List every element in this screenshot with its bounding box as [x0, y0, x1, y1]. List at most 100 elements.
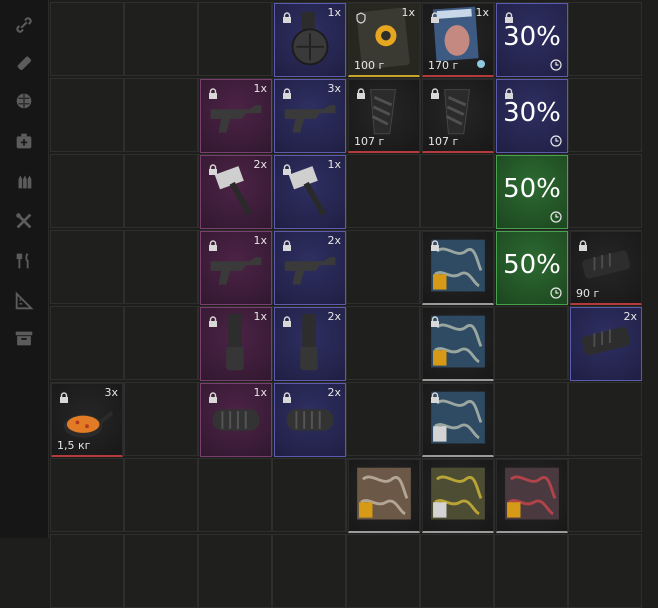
item-armor-30-b[interactable]: 30%	[496, 79, 568, 153]
grid-cell[interactable]	[568, 534, 642, 608]
lock-icon	[357, 88, 365, 99]
grid-cell[interactable]	[568, 382, 642, 456]
grid-cell[interactable]	[124, 382, 198, 456]
grid-cell[interactable]	[346, 534, 420, 608]
grid-cell[interactable]	[50, 458, 124, 532]
item-brake-purple[interactable]: 1x	[200, 383, 272, 457]
item-armor-30-a[interactable]: 30%	[496, 3, 568, 77]
clock-icon	[550, 287, 562, 299]
item-magazine[interactable]: 1x 170 г	[422, 3, 494, 77]
durability-percent: 30%	[503, 22, 561, 52]
item-weight: 107 г	[354, 135, 385, 148]
item-count: 2x	[327, 310, 341, 323]
item-mag-blue[interactable]: 2x	[274, 307, 346, 381]
grid-cell[interactable]	[272, 458, 346, 532]
item-camo-3[interactable]	[422, 383, 494, 457]
grid-cell[interactable]	[124, 458, 198, 532]
clock-icon	[550, 135, 562, 147]
item-weight: 100 г	[354, 59, 385, 72]
grid-cell[interactable]	[346, 230, 420, 304]
item-weight: 90 г	[576, 287, 600, 300]
lock-icon	[431, 316, 439, 327]
item-brake-blue[interactable]: 2x	[274, 383, 346, 457]
grid-cell[interactable]	[494, 534, 568, 608]
item-smg-blue-1[interactable]: 3x	[274, 79, 346, 153]
grid-cell[interactable]	[568, 154, 642, 228]
item-count: 1x	[253, 386, 267, 399]
item-pan-food[interactable]: 3x 1,5 кг	[51, 383, 123, 457]
grid-cell[interactable]	[346, 154, 420, 228]
sidebar-item-box[interactable]	[9, 323, 39, 353]
sidebar-item-ruler[interactable]	[9, 286, 39, 316]
sidebar-item-tools[interactable]	[9, 206, 39, 236]
item-muzzle-2[interactable]: 2x	[570, 307, 642, 381]
grid-cell[interactable]	[50, 306, 124, 380]
item-muzzle-1[interactable]: 90 г	[570, 231, 642, 305]
item-count: 1x	[475, 6, 489, 19]
grid-cell[interactable]	[198, 458, 272, 532]
grid-cell[interactable]	[50, 154, 124, 228]
sidebar-item-link[interactable]	[9, 10, 39, 40]
durability-percent: 30%	[503, 98, 561, 128]
item-smg-blue-2[interactable]: 2x	[274, 231, 346, 305]
lock-icon	[209, 240, 217, 251]
item-camo-1[interactable]	[422, 231, 494, 305]
item-grip-2[interactable]: 107 г	[422, 79, 494, 153]
item-drum-magazine[interactable]: 1x	[274, 3, 346, 77]
sidebar-item-bandage[interactable]	[9, 48, 39, 78]
durability-percent: 50%	[503, 174, 561, 204]
sidebar-item-ammo[interactable]	[9, 166, 39, 196]
lock-icon	[431, 88, 439, 99]
tools-icon	[16, 213, 32, 229]
lock-icon	[209, 164, 217, 175]
item-hammer-purple[interactable]: 2x	[200, 155, 272, 229]
grid-cell[interactable]	[198, 2, 272, 76]
lock-icon	[60, 392, 68, 403]
item-camo-2[interactable]	[422, 307, 494, 381]
sidebar-item-food[interactable]	[9, 246, 39, 276]
item-camo-5[interactable]	[422, 459, 494, 533]
lock-icon	[283, 316, 291, 327]
grid-cell[interactable]	[420, 534, 494, 608]
grid-cell[interactable]	[124, 306, 198, 380]
lock-icon	[283, 12, 291, 23]
grid-cell[interactable]	[568, 458, 642, 532]
item-count: 1x	[253, 82, 267, 95]
item-mag-purple[interactable]: 1x	[200, 307, 272, 381]
lock-icon	[431, 12, 439, 23]
item-armor-50-b[interactable]: 50%	[496, 231, 568, 305]
sidebar-item-sphere[interactable]	[9, 86, 39, 116]
grid-cell[interactable]	[346, 306, 420, 380]
camo-tape-icon	[505, 467, 559, 520]
grid-cell[interactable]	[124, 230, 198, 304]
grid-cell[interactable]	[272, 534, 346, 608]
item-hammer-blue[interactable]: 1x	[274, 155, 346, 229]
grid-cell[interactable]	[568, 78, 642, 152]
item-document-portal[interactable]: 1x 100 г	[348, 3, 420, 77]
grid-cell[interactable]	[124, 78, 198, 152]
grid-cell[interactable]	[50, 2, 124, 76]
grid-cell[interactable]	[494, 382, 568, 456]
item-armor-50-a[interactable]: 50%	[496, 155, 568, 229]
item-camo-4[interactable]	[348, 459, 420, 533]
grid-cell[interactable]	[346, 382, 420, 456]
grid-cell[interactable]	[50, 78, 124, 152]
item-smg-purple-1[interactable]: 1x	[200, 79, 272, 153]
grid-cell[interactable]	[50, 230, 124, 304]
grid-cell[interactable]	[568, 2, 642, 76]
item-weight: 1,5 кг	[57, 439, 91, 452]
lock-icon	[283, 164, 291, 175]
item-grip-1[interactable]: 107 г	[348, 79, 420, 153]
grid-cell[interactable]	[50, 534, 124, 608]
grid-cell[interactable]	[420, 154, 494, 228]
grid-cell[interactable]	[198, 534, 272, 608]
sidebar-item-medical[interactable]	[9, 126, 39, 156]
box-icon	[15, 331, 33, 346]
item-camo-6[interactable]	[496, 459, 568, 533]
grid-cell[interactable]	[494, 306, 568, 380]
ruler-icon	[15, 291, 34, 310]
grid-cell[interactable]	[124, 534, 198, 608]
grid-cell[interactable]	[124, 154, 198, 228]
item-smg-purple-2[interactable]: 1x	[200, 231, 272, 305]
grid-cell[interactable]	[124, 2, 198, 76]
